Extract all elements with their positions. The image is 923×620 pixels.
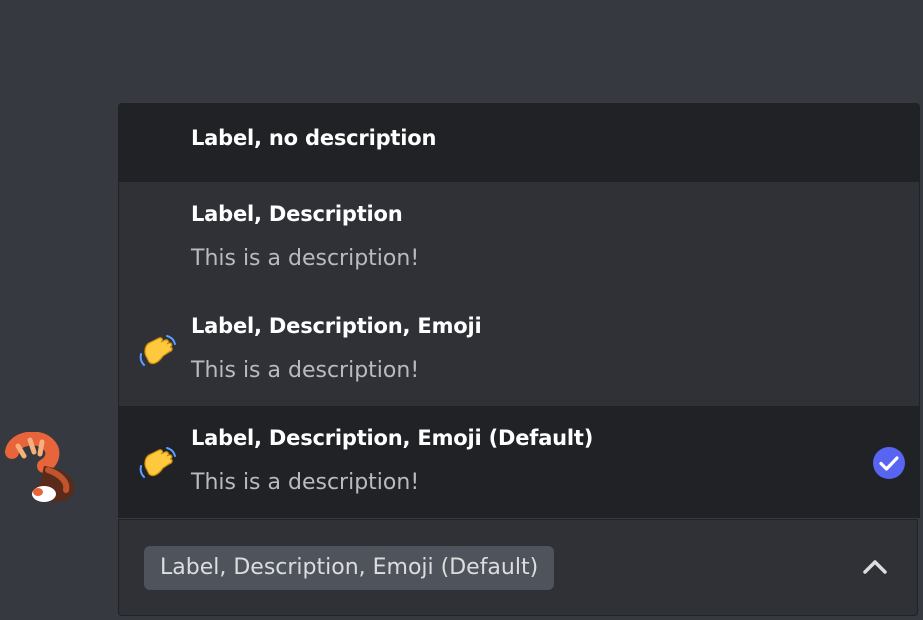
red-panda-avatar-icon — [5, 431, 75, 502]
select-option-label-no-description[interactable]: Label, no description — [119, 104, 919, 182]
option-description: This is a description! — [191, 358, 420, 383]
discord-app: Label, no description Label, Description… — [0, 0, 923, 620]
option-label: Label, Description, Emoji (Default) — [191, 426, 594, 450]
select-option-label-description-emoji-default[interactable]: Label, Description, Emoji (Default) This… — [119, 406, 919, 518]
checkmark-circle-icon — [873, 447, 905, 479]
chevron-up-icon[interactable] — [861, 556, 889, 578]
selected-value-chip: Label, Description, Emoji (Default) — [144, 546, 555, 590]
option-label: Label, no description — [191, 126, 437, 150]
option-description: This is a description! — [191, 470, 420, 495]
option-description: This is a description! — [191, 246, 420, 271]
chat-background — [0, 0, 923, 104]
waving-hand-icon — [139, 335, 176, 366]
select-menu-field[interactable]: Label, Description, Emoji (Default) — [118, 519, 918, 616]
select-option-label-description-emoji[interactable]: Label, Description, Emoji This is a desc… — [119, 294, 919, 406]
option-label: Label, Description, Emoji — [191, 314, 482, 338]
select-option-label-description[interactable]: Label, Description This is a description… — [119, 182, 919, 294]
waving-hand-icon — [139, 447, 176, 478]
bot-avatar[interactable] — [4, 431, 84, 508]
option-label: Label, Description — [191, 202, 403, 226]
select-menu-dropdown: Label, no description Label, Description… — [118, 103, 920, 518]
